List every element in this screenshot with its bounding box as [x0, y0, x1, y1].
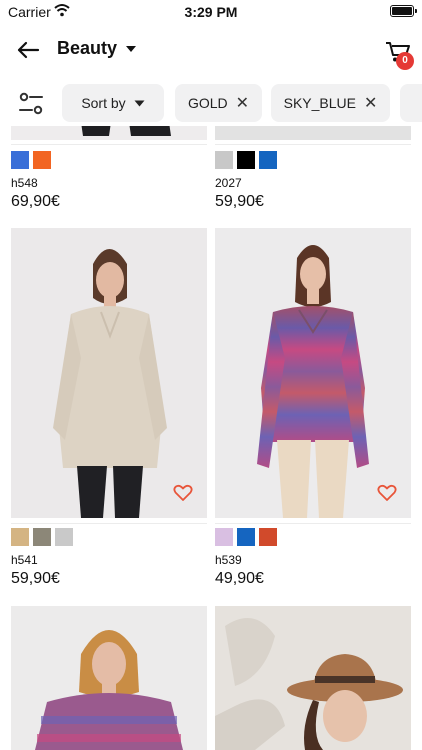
product-price: 59,90€: [215, 193, 264, 210]
product-card[interactable]: h541 59,90€: [11, 228, 207, 598]
color-swatch[interactable]: [33, 151, 51, 169]
filter-chip-gold[interactable]: GOLD ✕: [175, 84, 262, 122]
product-image[interactable]: [11, 228, 207, 518]
product-image[interactable]: [215, 606, 411, 750]
back-arrow-icon[interactable]: [14, 36, 42, 64]
color-swatch[interactable]: [55, 528, 73, 546]
product-image[interactable]: [215, 126, 411, 140]
color-swatch[interactable]: [11, 528, 29, 546]
battery-icon: [390, 5, 417, 17]
filter-chip-more[interactable]: [400, 84, 422, 122]
remove-filter-icon[interactable]: ✕: [236, 93, 249, 113]
caret-down-icon: [134, 100, 145, 106]
divider: [11, 523, 207, 524]
status-bar: Carrier 3:29 PM: [0, 0, 422, 24]
product-card[interactable]: 2027 59,90€: [215, 126, 411, 222]
filter-chip-label: SKY_BLUE: [283, 95, 356, 111]
product-grid: h548 69,90€ 2027 59,90€ h541 59,90€ h539…: [0, 126, 422, 750]
filter-sliders-icon[interactable]: [17, 91, 45, 117]
product-image[interactable]: [215, 228, 411, 518]
remove-filter-icon[interactable]: ✕: [364, 93, 377, 113]
product-card[interactable]: h548 69,90€: [11, 126, 207, 222]
color-swatches: [11, 151, 51, 169]
cart-count-badge: 0: [396, 52, 414, 70]
page-title: Beauty: [57, 38, 118, 58]
product-card[interactable]: [215, 606, 411, 750]
color-swatches: [215, 528, 277, 546]
product-price: 69,90€: [11, 193, 60, 210]
clock: 3:29 PM: [184, 4, 238, 20]
product-image[interactable]: [11, 606, 207, 750]
filter-bar: Sort by GOLD ✕ SKY_BLUE ✕: [0, 82, 422, 126]
product-price: 49,90€: [215, 570, 264, 587]
divider: [11, 144, 207, 145]
color-swatch[interactable]: [215, 151, 233, 169]
product-price: 59,90€: [11, 570, 60, 587]
color-swatch[interactable]: [33, 528, 51, 546]
color-swatches: [11, 528, 73, 546]
color-swatch[interactable]: [237, 151, 255, 169]
product-card[interactable]: h539 49,90€: [215, 228, 411, 598]
color-swatch[interactable]: [11, 151, 29, 169]
product-name: h541: [11, 553, 38, 567]
filter-chip-label: GOLD: [187, 95, 228, 111]
product-name: h548: [11, 176, 38, 190]
product-name: h539: [215, 553, 242, 567]
color-swatch[interactable]: [259, 151, 277, 169]
product-image[interactable]: [11, 126, 207, 140]
product-name: 2027: [215, 176, 242, 190]
color-swatch[interactable]: [259, 528, 277, 546]
caret-down-icon: [126, 45, 137, 52]
filter-chip-sky-blue[interactable]: SKY_BLUE ✕: [271, 84, 390, 122]
heart-icon[interactable]: [377, 484, 397, 502]
color-swatch[interactable]: [237, 528, 255, 546]
divider: [215, 523, 411, 524]
divider: [215, 144, 411, 145]
navigation-bar: Beauty 0: [0, 24, 422, 76]
product-card[interactable]: [11, 606, 207, 750]
color-swatches: [215, 151, 277, 169]
color-swatch[interactable]: [215, 528, 233, 546]
sort-by-button[interactable]: Sort by: [62, 84, 164, 122]
heart-icon[interactable]: [173, 484, 193, 502]
sort-by-label: Sort by: [81, 95, 126, 111]
category-dropdown[interactable]: Beauty: [57, 38, 137, 59]
